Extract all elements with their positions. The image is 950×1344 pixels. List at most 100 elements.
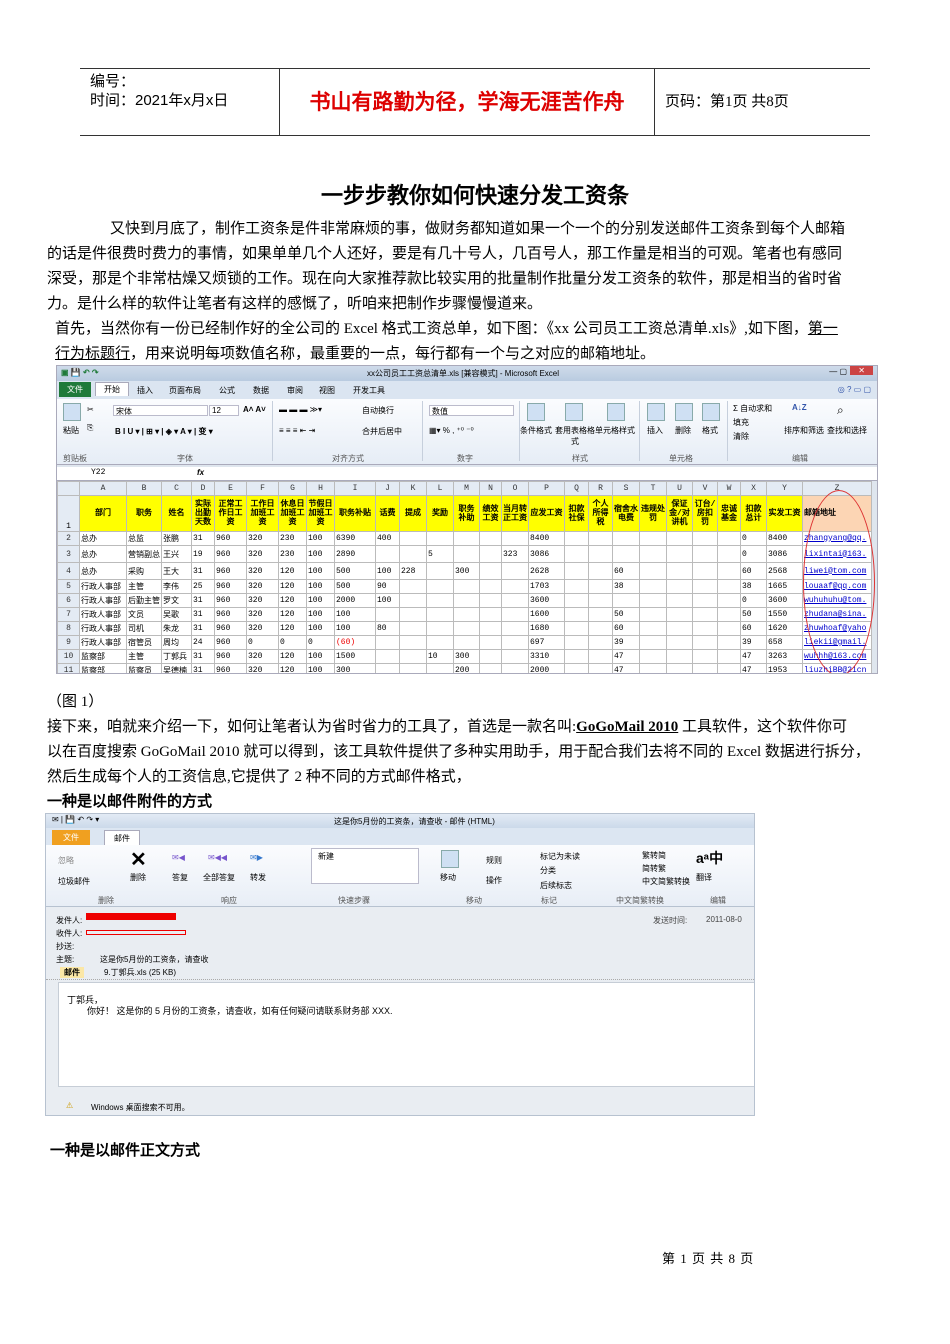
data-cell[interactable]	[717, 531, 741, 546]
data-cell[interactable]	[399, 649, 427, 664]
column-header[interactable]: H	[306, 481, 335, 496]
column-header[interactable]: O	[501, 481, 529, 496]
data-cell[interactable]: 47	[612, 663, 640, 673]
data-cell[interactable]	[692, 635, 718, 650]
data-cell[interactable]: 3263	[766, 649, 803, 664]
data-cell[interactable]: 王大	[161, 562, 192, 580]
header-cell[interactable]: 扣款社保	[564, 495, 589, 532]
data-cell[interactable]	[639, 635, 667, 650]
data-cell[interactable]: (60)	[334, 635, 376, 650]
data-cell[interactable]: 960	[214, 545, 247, 563]
junk-button[interactable]: 垃圾邮件	[58, 876, 90, 887]
data-cell[interactable]: 320	[246, 621, 279, 636]
data-cell[interactable]: 1680	[528, 621, 565, 636]
header-cell[interactable]: 忠诚基金	[717, 495, 741, 532]
data-cell[interactable]: 行政人事部	[79, 593, 127, 608]
data-cell[interactable]: 31	[191, 531, 215, 546]
data-cell[interactable]: 1620	[766, 621, 803, 636]
align-icons[interactable]: ▬ ▬ ▬ ≫▾	[279, 405, 322, 414]
reply-all-button[interactable]: 全部答复	[203, 872, 235, 883]
delete-button[interactable]: 删除	[675, 425, 691, 436]
categorize-button[interactable]: 分类	[540, 865, 556, 876]
data-cell[interactable]: 丁郭兵	[161, 649, 192, 664]
sort-filter-button[interactable]: 排序和筛选	[784, 425, 824, 436]
data-cell[interactable]: 总办	[79, 531, 127, 546]
header-cell[interactable]: 职务补贴	[334, 495, 376, 532]
data-cell[interactable]	[426, 621, 454, 636]
header-cell[interactable]: 实际出勤天数	[191, 495, 215, 532]
data-cell[interactable]: 960	[214, 579, 247, 594]
header-cell[interactable]: 应发工资	[528, 495, 565, 532]
data-cell[interactable]: 100	[334, 621, 376, 636]
data-cell[interactable]	[479, 635, 502, 650]
data-cell[interactable]: 1500	[334, 649, 376, 664]
data-cell[interactable]	[426, 562, 454, 580]
data-cell[interactable]: 行政人事部	[79, 607, 127, 622]
data-cell[interactable]: 吴歌	[161, 607, 192, 622]
data-cell[interactable]: 120	[278, 621, 307, 636]
tab-review[interactable]: 审阅	[287, 385, 303, 396]
tab-file[interactable]: 文件	[52, 830, 90, 845]
data-cell[interactable]: 60	[740, 621, 767, 636]
data-cell[interactable]: 960	[214, 621, 247, 636]
data-cell[interactable]	[717, 621, 741, 636]
data-cell[interactable]: 2890	[334, 545, 376, 563]
data-cell[interactable]: 文员	[126, 607, 162, 622]
data-cell[interactable]	[453, 545, 480, 563]
wrap-text-button[interactable]: 自动换行	[362, 405, 394, 416]
data-cell[interactable]: 50	[740, 607, 767, 622]
row-header[interactable]: 6	[57, 593, 80, 608]
find-select-button[interactable]: 查找和选择	[827, 425, 867, 436]
data-cell[interactable]: 100	[375, 593, 400, 608]
move-button[interactable]: 移动	[440, 872, 456, 883]
data-cell[interactable]	[564, 593, 589, 608]
data-cell[interactable]	[666, 545, 693, 563]
column-header[interactable]: P	[528, 481, 565, 496]
copy-icon[interactable]: ⎘	[87, 423, 93, 433]
data-cell[interactable]: 47	[612, 649, 640, 664]
font-grow-icon[interactable]: A˄ A˅	[243, 405, 266, 414]
header-cell[interactable]: 话费	[375, 495, 400, 532]
data-cell[interactable]	[399, 607, 427, 622]
data-cell[interactable]: 100	[306, 593, 335, 608]
column-header[interactable]: C	[161, 481, 192, 496]
row-header[interactable]: 7	[57, 607, 80, 622]
data-cell[interactable]: 90	[375, 579, 400, 594]
data-cell[interactable]	[612, 545, 640, 563]
data-cell[interactable]: 50	[612, 607, 640, 622]
data-cell[interactable]	[453, 593, 480, 608]
data-cell[interactable]: 320	[246, 531, 279, 546]
data-cell[interactable]	[479, 531, 502, 546]
data-cell[interactable]	[692, 579, 718, 594]
data-cell[interactable]	[453, 531, 480, 546]
data-cell[interactable]: 300	[453, 649, 480, 664]
paste-button[interactable]: 粘贴	[63, 425, 79, 436]
data-cell[interactable]	[588, 593, 613, 608]
data-cell[interactable]: 400	[375, 531, 400, 546]
data-cell[interactable]	[639, 663, 667, 673]
align-bottom-icons[interactable]: ≡ ≡ ≡ ⇤ ⇥	[279, 426, 315, 435]
data-cell[interactable]: 320	[246, 593, 279, 608]
data-cell[interactable]	[564, 531, 589, 546]
data-cell[interactable]: 31	[191, 621, 215, 636]
data-cell[interactable]: 100	[306, 562, 335, 580]
delete-button[interactable]: 删除	[130, 872, 146, 883]
data-cell[interactable]: 47	[740, 649, 767, 664]
convert-button[interactable]: 中文简繁转换	[642, 876, 690, 887]
data-cell[interactable]	[564, 663, 589, 673]
data-cell[interactable]	[588, 635, 613, 650]
data-cell[interactable]: 39	[740, 635, 767, 650]
ignore-button[interactable]: 忽略	[58, 855, 74, 866]
data-cell[interactable]: 行政人事部	[79, 579, 127, 594]
data-cell[interactable]: 朱龙	[161, 621, 192, 636]
data-cell[interactable]: 周均	[161, 635, 192, 650]
row-header[interactable]: 8	[57, 621, 80, 636]
autosum-button[interactable]: Σ 自动求和	[733, 403, 772, 414]
header-cell[interactable]: 正常工作日工资	[214, 495, 247, 532]
data-cell[interactable]	[717, 545, 741, 563]
s2t-button[interactable]: 简转繁	[642, 863, 666, 874]
data-cell[interactable]	[426, 663, 454, 673]
data-cell[interactable]: 张鹏	[161, 531, 192, 546]
data-cell[interactable]	[717, 663, 741, 673]
data-cell[interactable]	[692, 531, 718, 546]
